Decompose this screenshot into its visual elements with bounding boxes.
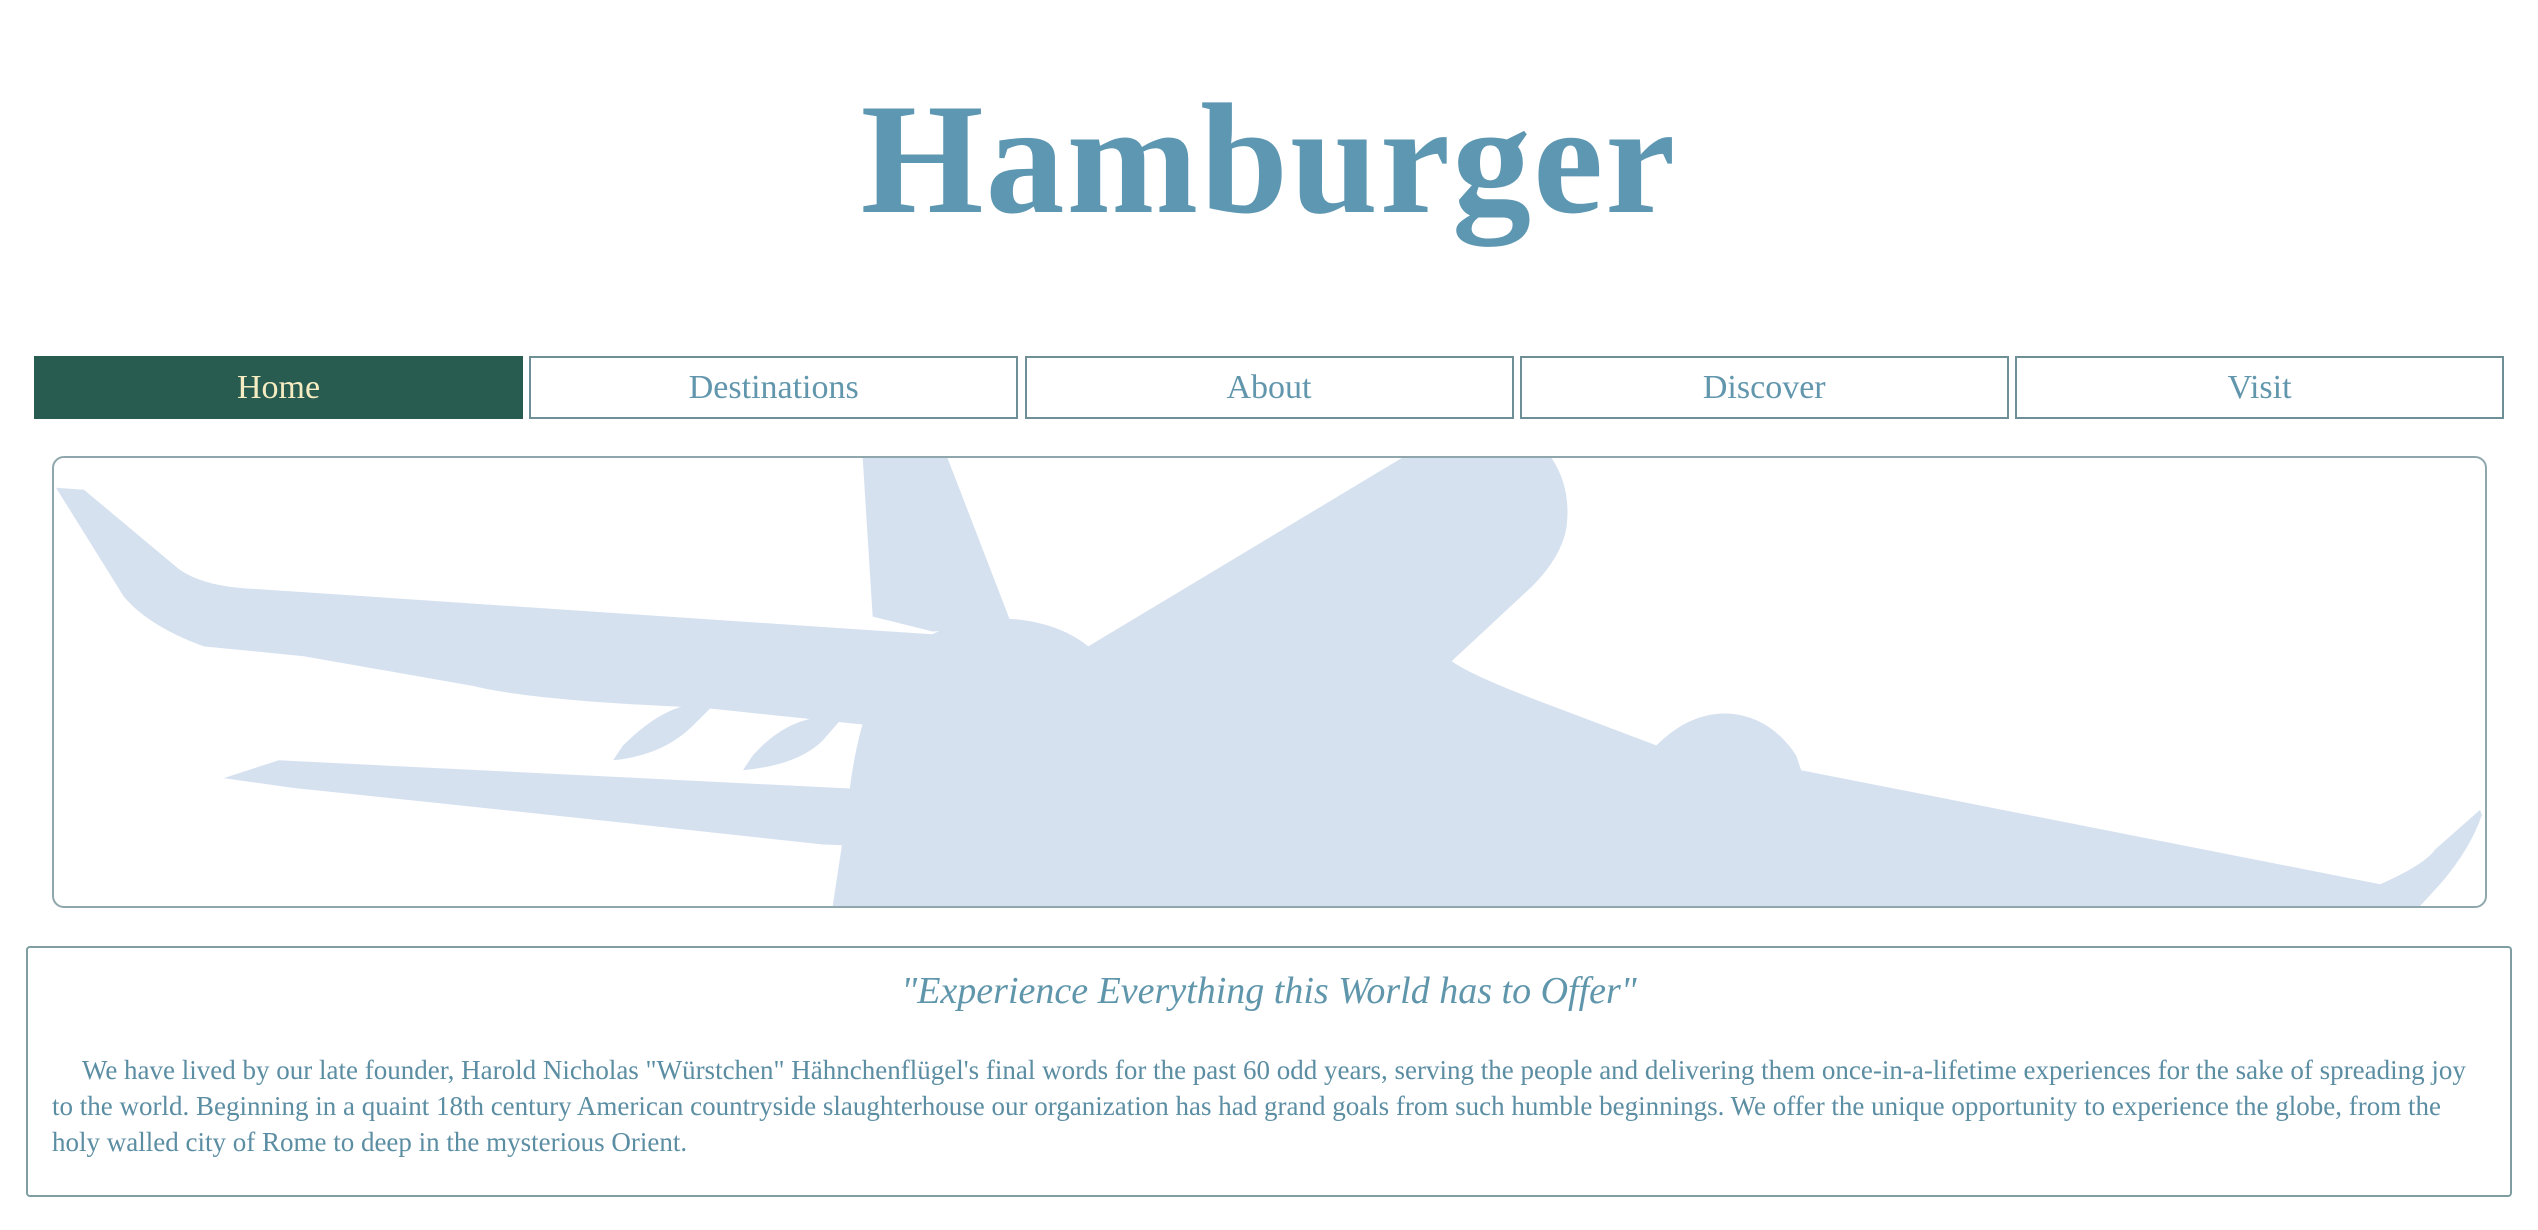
- airplane-fuselage: [832, 458, 2483, 906]
- nav-item-visit[interactable]: Visit: [2015, 356, 2504, 419]
- nav-item-about[interactable]: About: [1024, 356, 1514, 419]
- airplane-tail: [862, 458, 1013, 632]
- nav-item-destinations[interactable]: Destinations: [529, 356, 1019, 419]
- site-title: Hamburger: [860, 72, 1678, 247]
- nav-item-discover[interactable]: Discover: [1519, 356, 2009, 419]
- tagline: "Experience Everything this World has to…: [901, 970, 1637, 1012]
- about-body-text: We have lived by our late founder, Harol…: [52, 1055, 2466, 1157]
- airplane-silhouette-image: [55, 458, 2483, 906]
- airplane-engine-left: [613, 704, 713, 761]
- hero-banner: [52, 456, 2487, 908]
- nav-item-home[interactable]: Home: [34, 356, 523, 419]
- airplane-engine-left-2: [742, 716, 843, 771]
- page: Hamburger Home Destinations About Discov…: [0, 0, 2538, 1230]
- about-section: "Experience Everything this World has to…: [26, 946, 2512, 1197]
- main-nav: Home Destinations About Discover Visit: [34, 356, 2504, 419]
